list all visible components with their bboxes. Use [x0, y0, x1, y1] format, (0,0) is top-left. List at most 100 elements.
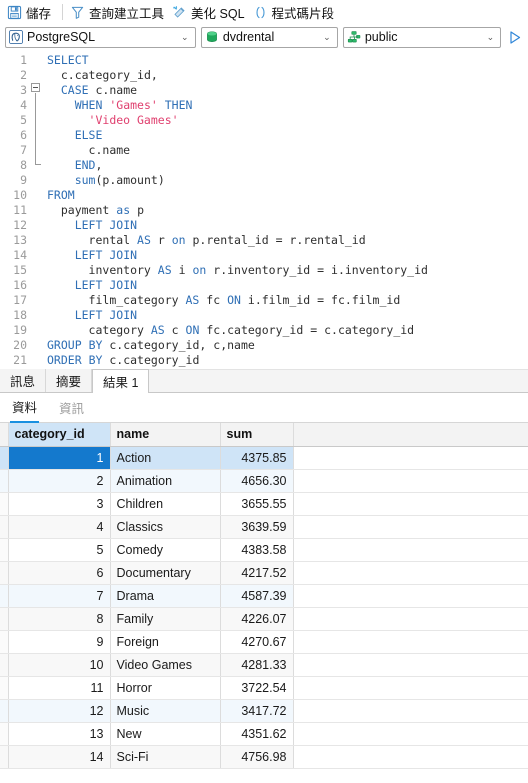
cell-sum[interactable]: 3722.54 [220, 676, 294, 700]
row-header-cell[interactable] [0, 676, 9, 700]
cell-category-id[interactable]: 5 [8, 538, 111, 562]
row-header-cell[interactable] [0, 538, 9, 562]
row-header-cell[interactable] [0, 446, 9, 470]
table-row[interactable]: 10 Video Games 4281.33 [0, 653, 528, 677]
column-header-category-id[interactable]: category_id [8, 423, 111, 447]
row-header-cell[interactable] [0, 561, 9, 585]
table-row[interactable]: 3 Children 3655.55 [0, 492, 528, 516]
table-row[interactable]: 7 Drama 4587.39 [0, 584, 528, 608]
table-row[interactable]: 12 Music 3417.72 [0, 699, 528, 723]
cell-name[interactable]: Horror [110, 676, 221, 700]
subtab-info[interactable]: 資訊 [57, 394, 86, 422]
cell-sum[interactable]: 3417.72 [220, 699, 294, 723]
cell-sum[interactable]: 4756.98 [220, 745, 294, 769]
cell-category-id[interactable]: 14 [8, 745, 111, 769]
cell-sum[interactable]: 4383.58 [220, 538, 294, 562]
cell-sum[interactable]: 4656.30 [220, 469, 294, 493]
table-row[interactable]: 6 Documentary 4217.52 [0, 561, 528, 585]
cell-sum[interactable]: 4375.85 [220, 446, 294, 470]
cell-name[interactable]: Music [110, 699, 221, 723]
cell-name[interactable]: Action [110, 446, 221, 470]
row-header-cell[interactable] [0, 515, 9, 539]
table-row[interactable]: 9 Foreign 4270.67 [0, 630, 528, 654]
cell-category-id[interactable]: 3 [8, 492, 111, 516]
cell-name[interactable]: Comedy [110, 538, 221, 562]
cell-name[interactable]: Family [110, 607, 221, 631]
database-icon [206, 31, 217, 42]
chevron-down-icon[interactable]: ⌄ [177, 32, 193, 42]
cell-name[interactable]: Classics [110, 515, 221, 539]
cell-category-id[interactable]: 11 [8, 676, 111, 700]
cell-category-id[interactable]: 13 [8, 722, 111, 746]
table-head: category_id name sum [0, 423, 528, 447]
cell-sum[interactable]: 4351.62 [220, 722, 294, 746]
cell-category-id[interactable]: 12 [8, 699, 111, 723]
sql-code-text[interactable]: SELECT c.category_id, CASE c.name WHEN '… [44, 50, 528, 369]
cell-category-id[interactable]: 7 [8, 584, 111, 608]
driver-select[interactable]: PostgreSQL ⌄ [5, 26, 196, 48]
tab-results-1[interactable]: 結果 1 [92, 369, 150, 393]
cell-name[interactable]: Children [110, 492, 221, 516]
query-builder-button[interactable]: 查詢建立工具 [68, 1, 170, 23]
cell-category-id[interactable]: 4 [8, 515, 111, 539]
row-header-cell[interactable] [0, 469, 9, 493]
cell-name[interactable]: Documentary [110, 561, 221, 585]
database-select[interactable]: dvdrental ⌄ [200, 26, 338, 48]
cell-sum[interactable]: 3655.55 [220, 492, 294, 516]
row-header-cell[interactable] [0, 699, 9, 723]
result-data-grid[interactable]: category_id name sum 1 Action 4375.85 2 Anim… [0, 422, 528, 769]
table-row[interactable]: 1 Action 4375.85 [0, 446, 528, 470]
execute-query-button[interactable] [506, 27, 524, 47]
cell-sum[interactable]: 4217.52 [220, 561, 294, 585]
table-row[interactable]: 14 Sci-Fi 4756.98 [0, 745, 528, 769]
table-row[interactable]: 5 Comedy 4383.58 [0, 538, 528, 562]
cell-name[interactable]: Foreign [110, 630, 221, 654]
table-row[interactable]: 13 New 4351.62 [0, 722, 528, 746]
code-snippet-button[interactable]: 程式碼片段 [251, 1, 341, 23]
column-header-sum[interactable]: sum [220, 423, 294, 447]
row-header-cell[interactable] [0, 607, 9, 631]
cell-name[interactable]: Animation [110, 469, 221, 493]
column-header-name[interactable]: name [110, 423, 221, 447]
row-header-cell[interactable] [0, 630, 9, 654]
chevron-down-icon[interactable]: ⌄ [482, 32, 498, 42]
sql-editor[interactable]: 1 2 3 4 5 6 7 8 9 10 11 12 13 14 15 16 17 18 19 20 21 SELECT… [0, 50, 528, 369]
cell-name[interactable]: Drama [110, 584, 221, 608]
table-row[interactable]: 11 Horror 3722.54 [0, 676, 528, 700]
row-header-cell[interactable] [0, 653, 9, 677]
cell-category-id[interactable]: 1 [8, 446, 111, 470]
chevron-down-icon[interactable]: ⌄ [319, 32, 335, 42]
cell-category-id[interactable]: 2 [8, 469, 111, 493]
code-line: LEFT JOIN [74, 218, 138, 232]
row-header-cell[interactable] [0, 745, 9, 769]
save-button[interactable]: 儲存 [5, 1, 57, 23]
cell-category-id[interactable]: 6 [8, 561, 111, 585]
row-header-cell[interactable] [0, 722, 9, 746]
cell-sum[interactable]: 4587.39 [220, 584, 294, 608]
code-fold-column[interactable] [30, 50, 44, 369]
subtab-data[interactable]: 資料 [10, 393, 40, 423]
schema-value: public [364, 30, 398, 44]
fold-bracket-foot [35, 164, 41, 165]
cell-name[interactable]: Video Games [110, 653, 221, 677]
cell-sum[interactable]: 3639.59 [220, 515, 294, 539]
table-row[interactable]: 4 Classics 3639.59 [0, 515, 528, 539]
result-table: category_id name sum 1 Action 4375.85 2 Anim… [0, 423, 528, 769]
schema-select[interactable]: public ⌄ [342, 26, 502, 48]
cell-sum[interactable]: 4281.33 [220, 653, 294, 677]
cell-sum[interactable]: 4226.07 [220, 607, 294, 631]
cell-name[interactable]: New [110, 722, 221, 746]
beautify-sql-button[interactable]: 美化 SQL [170, 1, 251, 23]
cell-category-id[interactable]: 10 [8, 653, 111, 677]
row-header-cell[interactable] [0, 584, 9, 608]
tab-summary[interactable]: 摘要 [46, 369, 93, 392]
row-header-cell[interactable] [0, 492, 9, 516]
tab-messages[interactable]: 訊息 [0, 369, 47, 392]
cell-category-id[interactable]: 9 [8, 630, 111, 654]
cell-name[interactable]: Sci-Fi [110, 745, 221, 769]
fold-toggle-icon[interactable] [31, 83, 40, 92]
cell-category-id[interactable]: 8 [8, 607, 111, 631]
table-row[interactable]: 8 Family 4226.07 [0, 607, 528, 631]
cell-sum[interactable]: 4270.67 [220, 630, 294, 654]
table-row[interactable]: 2 Animation 4656.30 [0, 469, 528, 493]
